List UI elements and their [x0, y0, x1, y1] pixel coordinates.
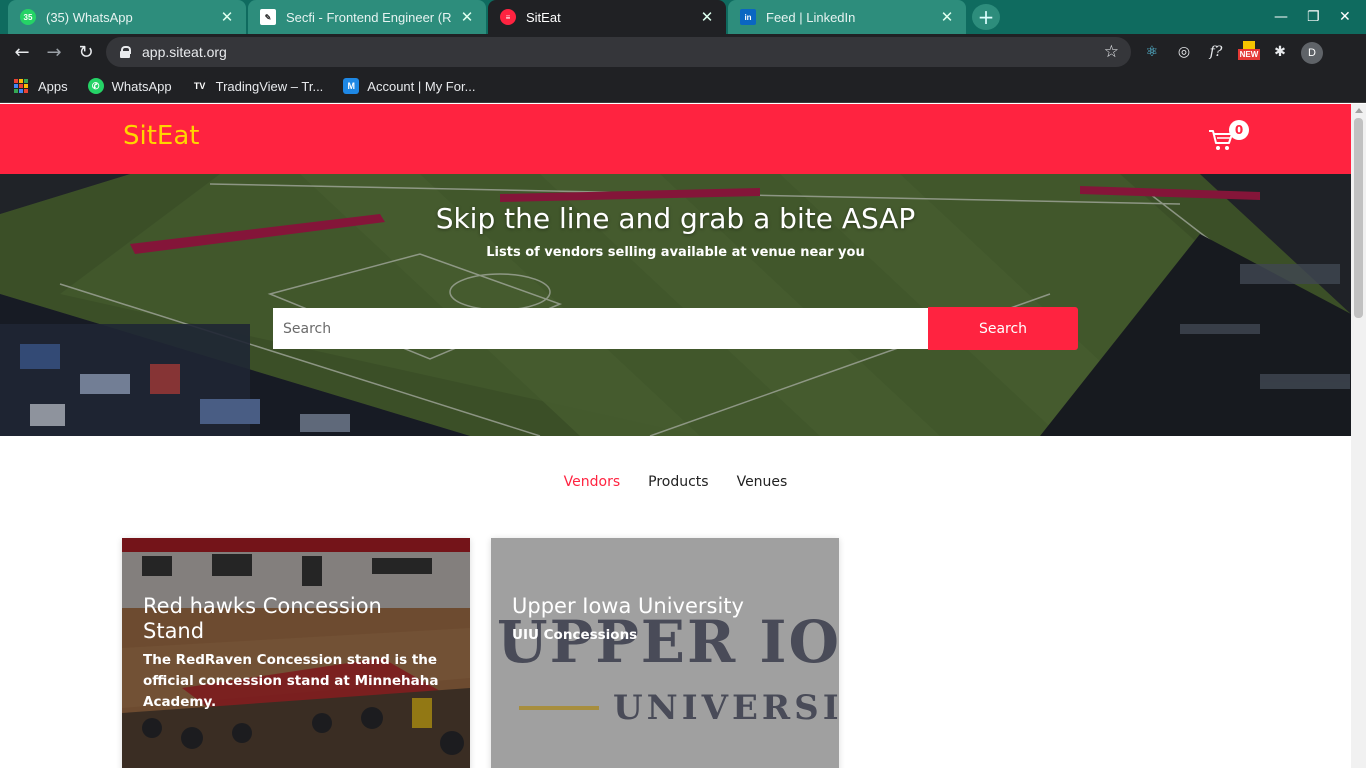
puzzle-icon[interactable]: ✱: [1270, 42, 1290, 62]
tab-linkedin[interactable]: in Feed | LinkedIn ✕: [728, 0, 966, 34]
search-button[interactable]: Search: [928, 307, 1078, 350]
tab-siteat[interactable]: ≡ SitEat ✕: [488, 0, 726, 34]
minimize-icon[interactable]: —: [1274, 0, 1288, 34]
cart-count-badge: 0: [1229, 120, 1249, 140]
site-header: SitEat 0: [0, 104, 1351, 174]
bookmark-label: Apps: [38, 78, 68, 94]
new-extension-icon[interactable]: NEW: [1236, 40, 1262, 60]
whatsapp-icon: 35: [20, 9, 36, 25]
bookmarks-bar: Apps ✆ WhatsApp TV TradingView – Tr... M…: [0, 70, 1366, 103]
restore-icon[interactable]: ❐: [1307, 0, 1320, 34]
scrollbar-thumb[interactable]: [1354, 118, 1363, 318]
tab-products[interactable]: Products: [648, 474, 708, 490]
bookmark-star-icon[interactable]: ☆: [1104, 42, 1119, 62]
hero-title: Skip the line and grab a bite ASAP: [435, 202, 916, 235]
new-badge: NEW: [1237, 48, 1261, 60]
tab-strip: 35 (35) WhatsApp ✕ ✎ Secfi - Frontend En…: [0, 0, 1366, 34]
lock-icon: [120, 46, 131, 58]
new-tab-button[interactable]: +: [972, 4, 1000, 30]
tradingview-icon: TV: [191, 78, 208, 94]
search-input[interactable]: [273, 308, 928, 349]
whatsapp-icon: ✆: [87, 78, 104, 94]
browser-toolbar: ← → ↻ app.siteat.org ☆ ⚛ ◎ f? NEW ✱: [0, 34, 1366, 70]
linkedin-icon: in: [740, 9, 756, 25]
tab-venues[interactable]: Venues: [737, 474, 788, 490]
category-tabs: Vendors Products Venues: [0, 474, 1351, 490]
tab-title: Feed | LinkedIn: [766, 9, 856, 25]
close-icon[interactable]: ✕: [698, 8, 716, 26]
page-scrollbar[interactable]: [1351, 104, 1366, 768]
bookmark-label: WhatsApp: [111, 78, 172, 94]
brand-logo[interactable]: SitEat: [123, 121, 199, 151]
tab-vendors[interactable]: Vendors: [564, 474, 620, 490]
close-icon[interactable]: ✕: [458, 8, 476, 26]
bookmark-tradingview[interactable]: TV TradingView – Tr...: [191, 78, 324, 94]
tab-title: (35) WhatsApp: [46, 9, 133, 25]
siteat-icon: ≡: [500, 9, 516, 25]
card-overlay: [491, 538, 839, 768]
card-title: Red hawks Concession Stand: [143, 594, 382, 643]
hero-subtitle: Lists of vendors selling available at ve…: [486, 245, 865, 260]
target-icon[interactable]: ◎: [1174, 42, 1194, 62]
tab-whatsapp[interactable]: 35 (35) WhatsApp ✕: [8, 0, 246, 34]
hero-banner: Skip the line and grab a bite ASAP Lists…: [0, 174, 1351, 436]
vendor-card-upper-iowa[interactable]: UPPER IO UNIVERSIT Upper Iowa University…: [491, 538, 839, 768]
account-icon: M: [343, 78, 360, 94]
card-description: The RedRaven Concession stand is the off…: [143, 652, 439, 710]
close-icon[interactable]: ✕: [938, 8, 956, 26]
apps-grid-icon: [14, 79, 28, 93]
tab-secfi[interactable]: ✎ Secfi - Frontend Engineer (Re ✕: [248, 0, 486, 34]
bookmark-label: TradingView – Tr...: [215, 78, 324, 94]
close-window-icon[interactable]: ✕: [1339, 0, 1351, 34]
secfi-icon: ✎: [260, 9, 276, 25]
card-description: UIU Concessions: [512, 627, 638, 643]
back-button[interactable]: ←: [9, 40, 35, 64]
close-icon[interactable]: ✕: [218, 8, 236, 26]
react-devtools-icon[interactable]: ⚛: [1142, 42, 1162, 62]
page-viewport: SitEat 0 Skip the line and grab a bite A…: [0, 104, 1351, 768]
address-bar[interactable]: app.siteat.org ☆: [106, 37, 1131, 67]
function-icon[interactable]: f?: [1206, 42, 1226, 62]
scroll-up-icon[interactable]: [1355, 108, 1363, 113]
card-title: Upper Iowa University: [512, 594, 744, 618]
reload-button[interactable]: ↻: [73, 40, 99, 64]
profile-avatar[interactable]: D: [1301, 42, 1323, 64]
bookmark-apps[interactable]: Apps: [14, 79, 68, 94]
tab-title: SitEat: [526, 9, 561, 25]
tab-title: Secfi - Frontend Engineer (Re: [286, 9, 452, 25]
bookmark-account[interactable]: M Account | My For...: [343, 78, 475, 94]
forward-button[interactable]: →: [41, 40, 67, 64]
vendor-card-red-hawks[interactable]: Red hawks Concession Stand The RedRaven …: [122, 538, 470, 768]
bookmark-label: Account | My For...: [367, 78, 476, 94]
bookmark-whatsapp[interactable]: ✆ WhatsApp: [87, 78, 172, 94]
url-text: app.siteat.org: [142, 44, 227, 60]
extension-box-icon: [1243, 40, 1255, 49]
